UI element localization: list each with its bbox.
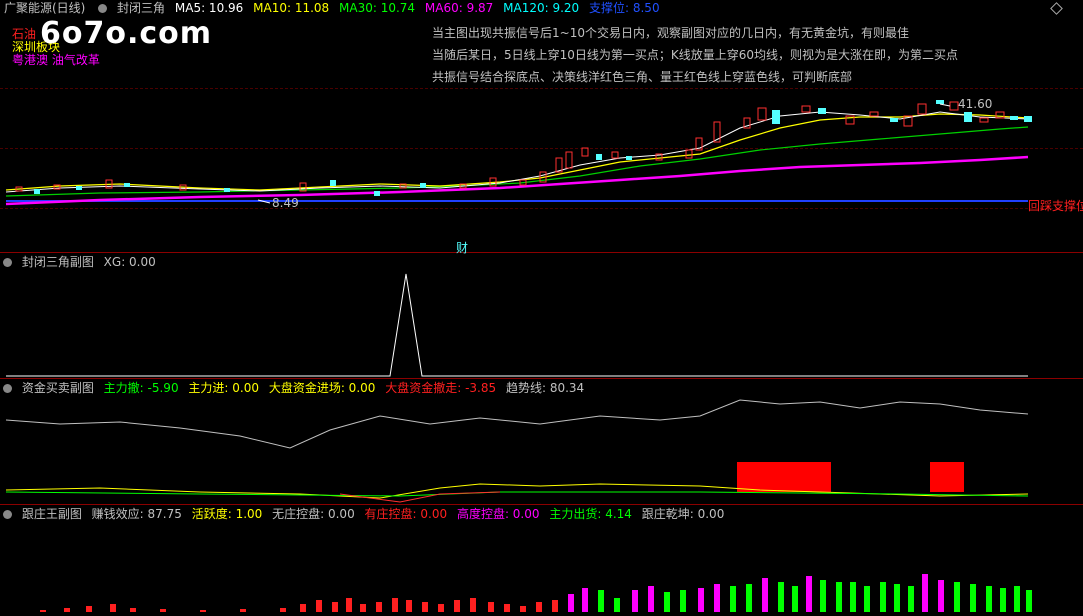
indicator-bar: [504, 604, 510, 612]
indicator-bar: [552, 600, 558, 612]
indicator-bar: [64, 608, 70, 612]
indicator-bar: [438, 604, 444, 612]
indicator-bar: [938, 580, 944, 612]
indicator-bar: [1014, 586, 1020, 612]
indicator-bar: [40, 610, 46, 612]
main-chart-pane[interactable]: 广聚能源(日线) 封闭三角 MA5: 10.96 MA10: 11.08 MA3…: [0, 0, 1083, 255]
sub1-pane[interactable]: 封闭三角副图 XG: 0.00: [0, 254, 1083, 379]
indicator-bar: [792, 586, 798, 612]
indicator-bar: [614, 598, 620, 612]
indicator-bar: [714, 584, 720, 612]
support-rebound-text: 回踩支撑位: [1028, 199, 1083, 213]
sub1-chart: [6, 273, 1028, 377]
indicator-bar: [160, 609, 166, 612]
low-price-label: 8.49: [272, 196, 299, 210]
indicator-bar: [568, 594, 574, 612]
indicator-bar: [664, 592, 670, 612]
indicator-bar: [986, 586, 992, 612]
indicator-bar: [376, 602, 382, 612]
indicator-bar: [836, 582, 842, 612]
indicator-bar: [746, 584, 752, 612]
indicator-bar: [536, 602, 542, 612]
indicator-bar: [880, 582, 886, 612]
indicator-bar: [200, 610, 206, 612]
indicator-bar: [806, 576, 812, 612]
sub3-chart: [40, 574, 1032, 612]
indicator-bar: [316, 600, 322, 612]
indicator-bar: [598, 590, 604, 612]
indicator-bar: [762, 578, 768, 612]
indicator-bar: [582, 588, 588, 612]
indicator-bar: [332, 602, 338, 612]
indicator-bar: [346, 598, 352, 612]
main-candle-chart: [5, 100, 1032, 206]
indicator-bar: [520, 606, 526, 612]
indicator-bar: [864, 586, 870, 612]
indicator-bar: [280, 608, 286, 612]
indicator-bar: [392, 598, 398, 612]
indicator-bar: [110, 604, 116, 612]
indicator-bar: [970, 584, 976, 612]
sub3-pane[interactable]: 跟庄王副图 赚钱效应: 87.75 活跃度: 1.00 无庄控盘: 0.00 有…: [0, 506, 1083, 614]
indicator-bar: [698, 588, 704, 612]
indicator-bar: [894, 584, 900, 612]
indicator-bar: [632, 590, 638, 612]
indicator-bar: [850, 582, 856, 612]
indicator-bar: [820, 580, 826, 612]
indicator-bar: [422, 602, 428, 612]
indicator-bar: [680, 590, 686, 612]
indicator-bar: [778, 582, 784, 612]
indicator-bar: [648, 586, 654, 612]
indicator-bar: [922, 574, 928, 612]
indicator-bar: [730, 586, 736, 612]
sub2-pane[interactable]: 资金买卖副图 主力撤: -5.90 主力进: 0.00 大盘资金进场: 0.00…: [0, 380, 1083, 505]
indicator-bar: [488, 602, 494, 612]
indicator-bar: [454, 600, 460, 612]
indicator-bar: [908, 586, 914, 612]
indicator-bar: [360, 604, 366, 612]
indicator-bar: [470, 598, 476, 612]
indicator-bar: [954, 582, 960, 612]
high-price-label: 41.60: [958, 97, 993, 111]
indicator-bar: [406, 600, 412, 612]
indicator-bar: [240, 609, 246, 612]
indicator-bar: [300, 604, 306, 612]
indicator-bar: [1026, 590, 1032, 612]
indicator-bar: [86, 606, 92, 612]
sub2-chart: [5, 399, 1029, 503]
indicator-bar: [1000, 588, 1006, 612]
indicator-bar: [130, 608, 136, 612]
